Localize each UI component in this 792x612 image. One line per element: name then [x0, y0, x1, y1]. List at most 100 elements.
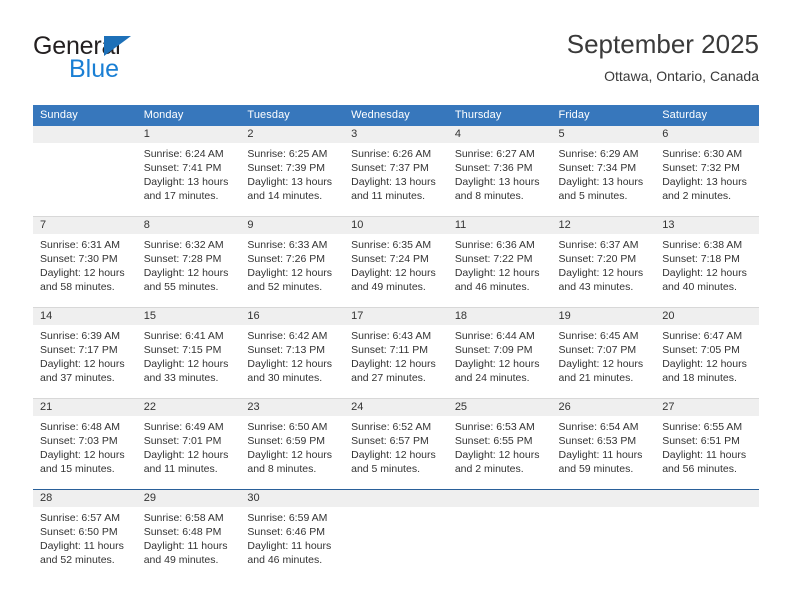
calendar-day-cell[interactable]: 10 Sunrise: 6:35 AM Sunset: 7:24 PM Dayligh… — [344, 216, 448, 308]
day-sunrise-text: Sunrise: 6:37 AM — [558, 239, 639, 251]
calendar-day-cell[interactable]: 4 Sunrise: 6:27 AM Sunset: 7:36 PM Daylight… — [447, 126, 552, 217]
day-sunrise-text: Sunrise: 6:35 AM — [351, 239, 432, 251]
day-sunset-text: Sunset: 7:39 PM — [247, 162, 326, 174]
day-sunset-text: Sunset: 6:46 PM — [247, 526, 326, 538]
day-sunrise-text: Sunrise: 6:44 AM — [454, 330, 535, 342]
calendar-day-cell[interactable]: 11 Sunrise: 6:36 AM Sunset: 7:22 PM Dayligh… — [447, 216, 552, 308]
calendar-day-cell[interactable]: 9 Sunrise: 6:33 AM Sunset: 7:26 PM Daylight… — [240, 216, 345, 308]
calendar-day-cell[interactable]: 26 Sunrise: 6:54 AM Sunset: 6:53 PM Dayligh… — [551, 398, 656, 490]
calendar-day-cell[interactable]: 5 Sunrise: 6:29 AM Sunset: 7:34 PM Daylight… — [551, 126, 656, 217]
logo-text-blue: Blue — [69, 55, 120, 83]
calendar-day-cell[interactable] — [551, 489, 656, 580]
calendar-day-cell[interactable]: 14 Sunrise: 6:39 AM Sunset: 7:17 PM Dayligh… — [33, 307, 137, 399]
day-cell-21: 21 Sunrise: 6:48 AM Sunset: 7:03 PM Dayligh… — [33, 399, 137, 489]
calendar-day-cell[interactable] — [344, 489, 448, 580]
calendar-day-cell[interactable]: 17 Sunrise: 6:43 AM Sunset: 7:11 PM Dayligh… — [344, 307, 448, 399]
day-daylight2-text: and 18 minutes. — [662, 372, 737, 384]
calendar-day-cell[interactable]: 3 Sunrise: 6:26 AM Sunset: 7:37 PM Daylight… — [344, 126, 448, 217]
calendar-day-cell[interactable]: 23 Sunrise: 6:50 AM Sunset: 6:59 PM Dayligh… — [240, 398, 345, 490]
day-sunrise-text: Sunrise: 6:32 AM — [143, 239, 224, 251]
day-cell-empty — [447, 490, 552, 580]
calendar-day-cell[interactable]: 25 Sunrise: 6:53 AM Sunset: 6:55 PM Dayligh… — [447, 398, 552, 490]
day-details: Sunrise: 6:49 AM Sunset: 7:01 PM Daylight:… — [137, 416, 241, 476]
calendar-day-cell[interactable]: 21 Sunrise: 6:48 AM Sunset: 7:03 PM Dayligh… — [33, 398, 137, 490]
day-number: 7 — [33, 217, 137, 234]
day-sunset-text: Sunset: 6:51 PM — [662, 435, 740, 447]
day-sunset-text: Sunset: 7:26 PM — [247, 253, 326, 265]
day-daylight2-text: and 8 minutes. — [454, 190, 524, 202]
day-details: Sunrise: 6:35 AM Sunset: 7:24 PM Daylight:… — [344, 234, 448, 294]
day-daylight2-text: and 30 minutes. — [247, 372, 323, 384]
day-daylight1-text: Daylight: 13 hours — [247, 176, 333, 188]
day-sunset-text: Sunset: 6:48 PM — [143, 526, 222, 538]
day-sunset-text: Sunset: 7:07 PM — [558, 344, 637, 356]
calendar-day-cell[interactable]: 1 Sunrise: 6:24 AM Sunset: 7:41 PM Daylight… — [136, 126, 241, 217]
calendar-day-cell[interactable]: 20 Sunrise: 6:47 AM Sunset: 7:05 PM Dayligh… — [655, 307, 759, 399]
day-details: Sunrise: 6:32 AM Sunset: 7:28 PM Daylight:… — [137, 234, 241, 294]
day-daylight2-text: and 59 minutes. — [558, 463, 634, 475]
day-daylight2-text: and 15 minutes. — [40, 463, 115, 475]
day-number: 3 — [344, 126, 448, 143]
day-number: 21 — [33, 399, 137, 416]
calendar-day-cell[interactable]: 13 Sunrise: 6:38 AM Sunset: 7:18 PM Dayligh… — [655, 216, 759, 308]
calendar-day-cell[interactable]: 16 Sunrise: 6:42 AM Sunset: 7:13 PM Dayligh… — [240, 307, 345, 399]
day-daylight1-text: Daylight: 12 hours — [143, 358, 229, 370]
day-cell-24: 24 Sunrise: 6:52 AM Sunset: 6:57 PM Dayligh… — [344, 399, 448, 489]
calendar-day-cell[interactable]: 18 Sunrise: 6:44 AM Sunset: 7:09 PM Dayligh… — [447, 307, 552, 399]
day-number: 27 — [655, 399, 759, 416]
day-details: Sunrise: 6:58 AM Sunset: 6:48 PM Daylight:… — [137, 507, 241, 567]
day-daylight1-text: Daylight: 12 hours — [351, 267, 436, 279]
calendar-day-cell[interactable]: 28 Sunrise: 6:57 AM Sunset: 6:50 PM Dayligh… — [33, 489, 137, 580]
calendar-day-cell[interactable]: 30 Sunrise: 6:59 AM Sunset: 6:46 PM Dayligh… — [240, 489, 345, 580]
weekday-header-row: Sunday Monday Tuesday Wednesday Thursday… — [33, 105, 759, 126]
calendar-day-cell[interactable]: 19 Sunrise: 6:45 AM Sunset: 7:07 PM Dayligh… — [551, 307, 656, 399]
day-sunrise-text: Sunrise: 6:43 AM — [351, 330, 432, 342]
day-daylight1-text: Daylight: 12 hours — [454, 267, 540, 279]
calendar-day-cell[interactable]: 12 Sunrise: 6:37 AM Sunset: 7:20 PM Dayligh… — [551, 216, 656, 308]
calendar-day-cell[interactable]: 6 Sunrise: 6:30 AM Sunset: 7:32 PM Daylight… — [655, 126, 759, 217]
day-details: Sunrise: 6:57 AM Sunset: 6:50 PM Daylight:… — [33, 507, 137, 567]
day-number — [344, 490, 448, 507]
weekday-header-friday: Friday — [551, 105, 656, 126]
calendar-day-cell[interactable]: 24 Sunrise: 6:52 AM Sunset: 6:57 PM Dayligh… — [344, 398, 448, 490]
day-cell-16: 16 Sunrise: 6:42 AM Sunset: 7:13 PM Dayligh… — [240, 308, 345, 398]
day-daylight2-text: and 17 minutes. — [143, 190, 219, 202]
calendar-day-cell[interactable]: 15 Sunrise: 6:41 AM Sunset: 7:15 PM Dayligh… — [136, 307, 241, 399]
day-sunset-text: Sunset: 7:11 PM — [351, 344, 428, 356]
day-sunset-text: Sunset: 7:34 PM — [558, 162, 637, 174]
calendar-week-row: 14 Sunrise: 6:39 AM Sunset: 7:17 PM Dayligh… — [33, 307, 759, 399]
day-sunset-text: Sunset: 7:24 PM — [351, 253, 429, 265]
day-cell-8: 8 Sunrise: 6:32 AM Sunset: 7:28 PM Daylight… — [136, 217, 241, 307]
calendar-day-cell[interactable]: 8 Sunrise: 6:32 AM Sunset: 7:28 PM Daylight… — [136, 216, 241, 308]
calendar-day-cell[interactable] — [33, 126, 137, 217]
calendar-day-cell[interactable]: 22 Sunrise: 6:49 AM Sunset: 7:01 PM Dayligh… — [136, 398, 241, 490]
day-daylight2-text: and 49 minutes. — [143, 554, 219, 566]
calendar-day-cell[interactable] — [447, 489, 552, 580]
calendar-day-cell[interactable]: 29 Sunrise: 6:58 AM Sunset: 6:48 PM Dayligh… — [136, 489, 241, 580]
title-block: September 2025 Ottawa, Ontario, Canada — [567, 28, 759, 86]
day-cell-7: 7 Sunrise: 6:31 AM Sunset: 7:30 PM Daylight… — [33, 217, 137, 307]
day-cell-empty — [655, 490, 759, 580]
day-number: 6 — [655, 126, 759, 143]
calendar-day-cell[interactable]: 7 Sunrise: 6:31 AM Sunset: 7:30 PM Daylight… — [33, 216, 137, 308]
day-daylight1-text: Daylight: 12 hours — [662, 358, 747, 370]
calendar-day-cell[interactable]: 27 Sunrise: 6:55 AM Sunset: 6:51 PM Dayligh… — [655, 398, 759, 490]
logo-triangle-icon — [104, 36, 131, 56]
day-number: 10 — [344, 217, 448, 234]
day-details: Sunrise: 6:48 AM Sunset: 7:03 PM Daylight:… — [33, 416, 137, 476]
day-sunrise-text: Sunrise: 6:57 AM — [40, 512, 120, 524]
calendar-day-cell[interactable]: 2 Sunrise: 6:25 AM Sunset: 7:39 PM Daylight… — [240, 126, 345, 217]
day-cell-17: 17 Sunrise: 6:43 AM Sunset: 7:11 PM Dayligh… — [344, 308, 448, 398]
day-details: Sunrise: 6:24 AM Sunset: 7:41 PM Daylight:… — [137, 143, 241, 203]
day-cell-30: 30 Sunrise: 6:59 AM Sunset: 6:46 PM Dayligh… — [240, 490, 345, 580]
day-details: Sunrise: 6:25 AM Sunset: 7:39 PM Daylight:… — [240, 143, 344, 203]
day-cell-3: 3 Sunrise: 6:26 AM Sunset: 7:37 PM Daylight… — [344, 126, 448, 216]
day-sunset-text: Sunset: 6:57 PM — [351, 435, 429, 447]
day-sunset-text: Sunset: 6:59 PM — [247, 435, 326, 447]
day-number: 29 — [136, 490, 241, 507]
day-sunset-text: Sunset: 7:15 PM — [143, 344, 222, 356]
day-daylight2-text: and 21 minutes. — [558, 372, 634, 384]
day-number: 4 — [447, 126, 552, 143]
day-sunrise-text: Sunrise: 6:26 AM — [351, 148, 432, 160]
calendar-day-cell[interactable] — [655, 489, 759, 580]
